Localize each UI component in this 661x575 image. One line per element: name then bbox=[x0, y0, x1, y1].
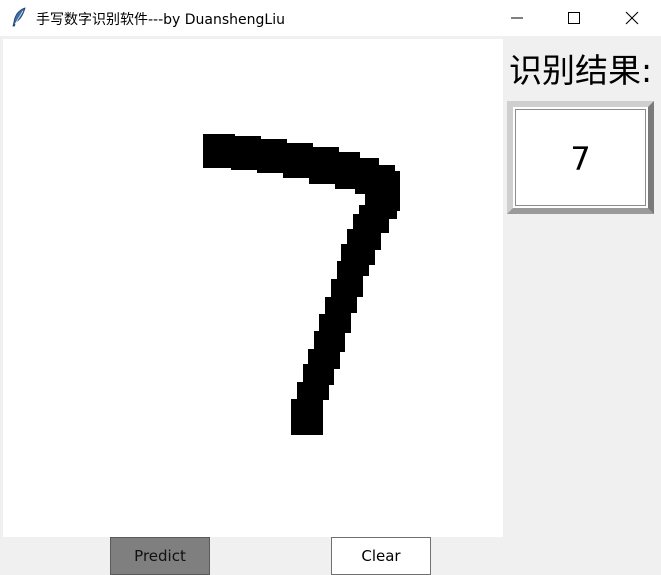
maximize-icon bbox=[568, 12, 580, 24]
minimize-icon bbox=[511, 17, 523, 19]
result-value: 7 bbox=[570, 140, 591, 178]
minimize-button[interactable] bbox=[493, 0, 541, 36]
close-icon bbox=[625, 11, 639, 25]
window-title: 手写数字识别软件---by DuanshengLiu bbox=[36, 12, 285, 28]
close-button[interactable] bbox=[608, 0, 656, 36]
result-display: 7 bbox=[507, 101, 654, 214]
result-inner: 7 bbox=[515, 109, 646, 206]
feather-icon bbox=[10, 7, 28, 27]
drawing-canvas[interactable] bbox=[3, 39, 503, 537]
clear-button[interactable]: Clear bbox=[331, 537, 431, 575]
title-bar[interactable]: 手写数字识别软件---by DuanshengLiu bbox=[0, 0, 661, 36]
result-label: 识别结果: bbox=[509, 51, 653, 90]
maximize-button[interactable] bbox=[550, 0, 598, 36]
handwritten-digit-stroke bbox=[203, 134, 400, 435]
predict-button[interactable]: Predict bbox=[110, 537, 210, 575]
app-window: 手写数字识别软件---by DuanshengLiu 识别结果: 7 Predi… bbox=[0, 0, 661, 575]
